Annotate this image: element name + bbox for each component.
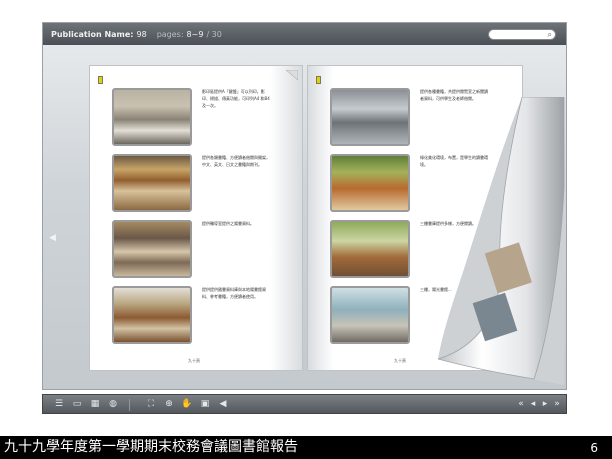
page-curl[interactable] <box>438 97 568 387</box>
thumbnails-icon[interactable]: ▦ <box>89 398 101 411</box>
photo-shelf-books <box>112 220 192 278</box>
zoom-in-icon[interactable]: ⊕ <box>163 398 175 411</box>
search-input[interactable]: ⌕ <box>488 29 556 40</box>
next-icon[interactable]: ▸ <box>539 398 551 411</box>
search-icon[interactable]: ⌕ <box>548 30 552 40</box>
photo-bookshelves <box>112 154 192 212</box>
bookmark-pin-icon[interactable] <box>98 76 103 84</box>
photo-storage-cabinets <box>330 88 410 146</box>
note-1: 影印區提供A「鍵盤」可以列印，影印、掃描、傳真功能，可印列A4 和B4 及一次。 <box>202 89 270 108</box>
publication-value: 98 <box>136 29 147 39</box>
viewer-topbar: Publication Name: 98 pages: 8~9 / 30 ⌕ <box>43 23 566 45</box>
flipbook-viewer: Publication Name: 98 pages: 8~9 / 30 ⌕ ◀… <box>42 22 567 390</box>
note-3: 提供輔導室提供之陽書資料。 <box>202 221 254 226</box>
page-icon[interactable]: ▭ <box>71 398 83 411</box>
note-4: 提供提供國書資料庫與本地陽書館資料、參考書籍，方便讀者使用。 <box>202 287 266 299</box>
left-page-number: 九十頁 <box>188 358 200 363</box>
photo-copy-room <box>112 88 192 146</box>
pages-label: pages: <box>156 29 184 39</box>
bookmark-pin-icon-right[interactable] <box>316 76 321 84</box>
photo-plants-desk <box>330 154 410 212</box>
prev-page-arrow-icon[interactable]: ◀ <box>49 233 56 243</box>
publication-label: Publication Name: <box>51 29 134 39</box>
share-icon[interactable]: ◍ <box>107 398 119 411</box>
right-page-number: 九十頁 <box>394 358 406 363</box>
slide-number: 6 <box>590 441 598 455</box>
toc-icon[interactable]: ☰ <box>53 398 65 411</box>
photo-reference-shelf <box>112 286 192 344</box>
slide-title: 九十九學年度第一學期期末校務會議圖書館報告 <box>4 439 298 455</box>
toolbar-divider <box>129 399 130 411</box>
save-icon[interactable]: ▣ <box>199 398 211 411</box>
pages-value: 8~9 <box>186 29 204 39</box>
photo-reading-room <box>330 220 410 278</box>
pages-total: / 30 <box>206 29 222 39</box>
left-page[interactable]: 影印區提供A「鍵盤」可以列印，影印、掃描、傳真功能，可印列A4 和B4 及一次。… <box>89 65 303 371</box>
note-2: 提供各類書籍、方便讀者借閱與開架，中文、英文、日文之書籍與期刊。 <box>202 155 270 167</box>
hand-icon[interactable]: ✋ <box>181 398 193 411</box>
last-icon[interactable]: » <box>551 398 563 411</box>
slide: Publication Name: 98 pages: 8~9 / 30 ⌕ ◀… <box>0 0 612 459</box>
page-corner-icon[interactable] <box>286 70 298 80</box>
sound-icon[interactable]: ◀ <box>217 398 229 411</box>
photo-study-area <box>330 286 410 344</box>
fit-icon[interactable]: ⛶ <box>145 398 157 411</box>
first-icon[interactable]: « <box>515 398 527 411</box>
slide-caption: 九十九學年度第一學期期末校務會議圖書館報告 6 <box>0 436 612 459</box>
prev-icon[interactable]: ◂ <box>527 398 539 411</box>
viewer-toolbar: ☰ ▭ ▦ ◍ ⛶ ⊕ ✋ ▣ ◀ « ◂ ▸ » <box>42 394 567 414</box>
